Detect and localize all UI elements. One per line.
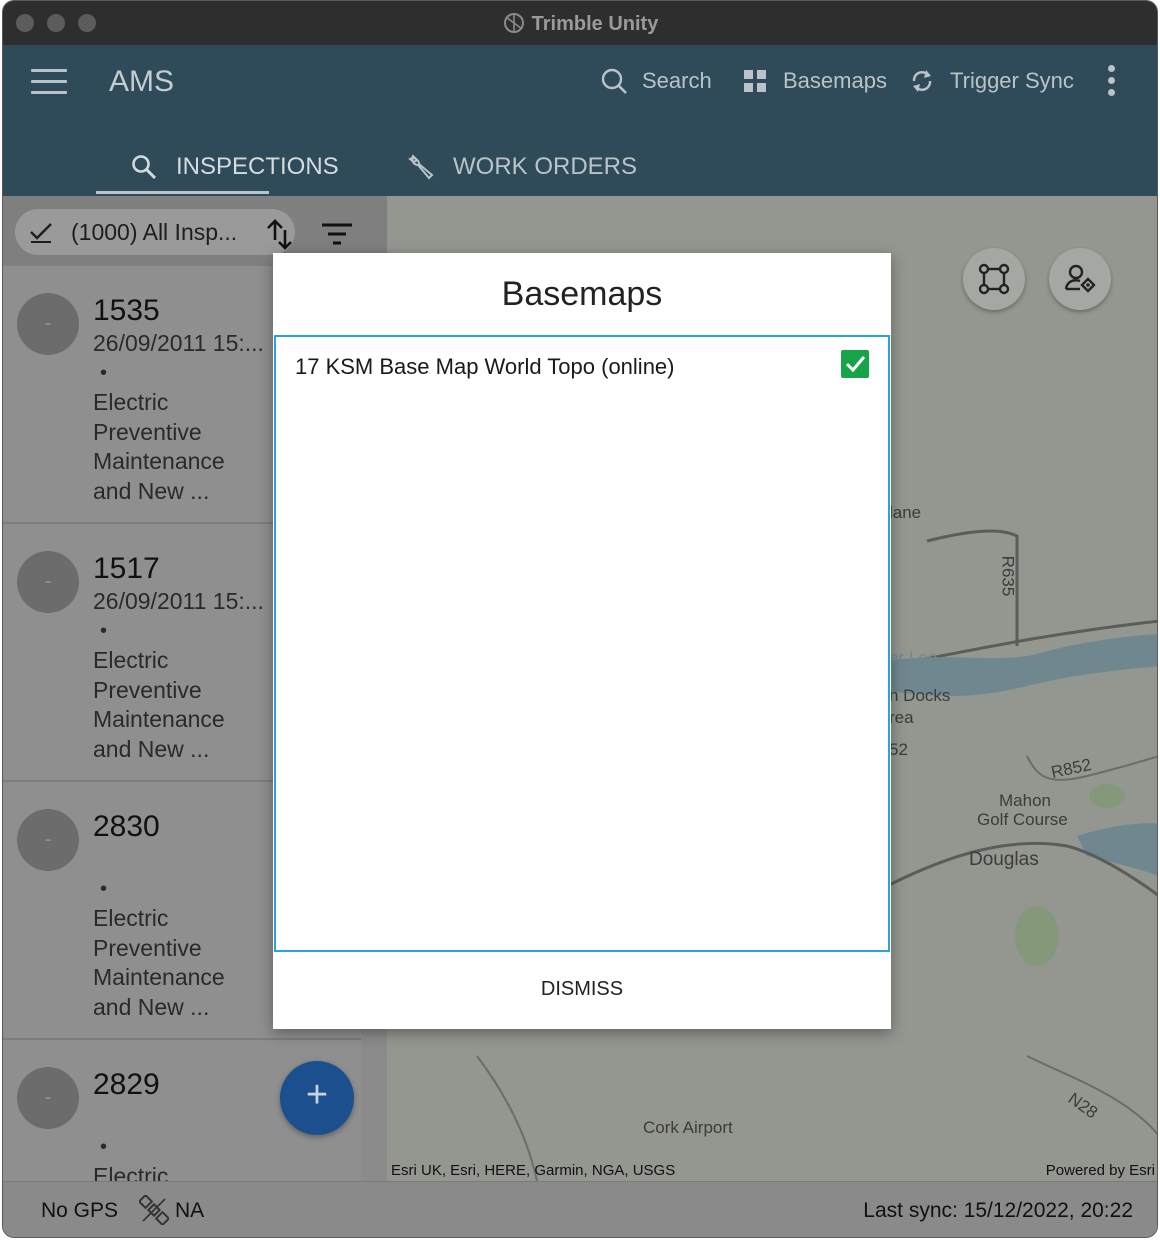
tab-work-orders-label: WORK ORDERS xyxy=(453,153,638,180)
inspection-description: Electric Preventive Maintenance and New … xyxy=(93,647,225,762)
active-tab-indicator xyxy=(96,191,269,194)
app-title: AMS xyxy=(109,65,175,98)
map-label: Cork Airport xyxy=(643,1118,733,1137)
inspection-description: Electric xyxy=(93,1163,169,1181)
filter-label: (1000) All Insp... xyxy=(71,218,238,245)
satellite-icon xyxy=(139,1195,169,1225)
basemaps-button[interactable]: Basemaps xyxy=(741,67,887,95)
inspection-id: 2830 xyxy=(93,810,160,843)
status-bar: No GPS NA Last sync: 15/12/2022, 20:22 xyxy=(3,1181,1157,1237)
tab-inspections-label: INSPECTIONS xyxy=(176,153,339,180)
search-button[interactable]: Search xyxy=(600,67,712,95)
map-label: rea xyxy=(889,708,914,727)
map-label: lane xyxy=(889,503,922,522)
basemap-item[interactable]: 17 KSM Base Map World Topo (online) xyxy=(295,351,868,383)
more-options-icon[interactable] xyxy=(1101,65,1121,99)
locate-user-button[interactable] xyxy=(1049,248,1111,310)
inspection-bullet: • xyxy=(100,620,108,642)
trigger-sync-label: Trigger Sync xyxy=(950,68,1074,93)
inspection-id: 1535 xyxy=(93,294,160,327)
inspection-id: 1517 xyxy=(93,552,160,585)
wrench-icon xyxy=(408,154,434,180)
avatar: - xyxy=(17,551,79,613)
inspection-description: Electric Preventive Maintenance and New … xyxy=(93,389,225,504)
sort-icon[interactable] xyxy=(265,218,295,250)
inspection-description: Electric Preventive Maintenance and New … xyxy=(93,905,225,1020)
map-label: Douglas xyxy=(969,849,1039,870)
window-title-text: Trimble Unity xyxy=(531,13,659,35)
filter-icon[interactable] xyxy=(321,222,353,246)
avatar: - xyxy=(17,293,79,355)
search-icon xyxy=(132,155,157,180)
basemap-checkbox[interactable] xyxy=(841,350,869,378)
window-title: Trimble Unity xyxy=(3,11,1157,36)
inspection-bullet: • xyxy=(100,878,108,900)
user-location-icon xyxy=(1064,264,1096,293)
search-icon xyxy=(601,68,627,94)
inspection-id: 2829 xyxy=(93,1068,160,1101)
attribution-text: Esri UK, Esri, HERE, Garmin, NGA, USGS xyxy=(391,1162,676,1179)
menu-icon[interactable] xyxy=(31,69,67,95)
avatar: - xyxy=(17,1067,79,1129)
basemaps-dialog: Basemaps 17 KSM Base Map World Topo (onl… xyxy=(273,253,891,1029)
last-sync-text: Last sync: 15/12/2022, 20:22 xyxy=(863,1199,1133,1222)
checkmark-icon xyxy=(845,356,866,373)
grid-icon xyxy=(744,70,766,92)
trigger-sync-button[interactable]: Trigger Sync xyxy=(908,67,1074,95)
dialog-title: Basemaps xyxy=(501,275,663,313)
map-label: Mahon xyxy=(999,791,1051,810)
avatar: - xyxy=(17,809,79,871)
app-window: Trimble Unity AMS Search Basemaps Trigge… xyxy=(2,0,1158,1238)
title-bar: Trimble Unity xyxy=(3,1,1157,45)
inspection-bullet: • xyxy=(100,362,108,384)
inspection-bullet: • xyxy=(100,1136,108,1158)
gps-status: No GPS xyxy=(41,1199,119,1222)
basemaps-label: Basemaps xyxy=(783,68,887,93)
app-header: AMS Search Basemaps Trigger Sync INSPECT… xyxy=(3,45,1157,196)
map-label: 52 xyxy=(889,740,908,759)
polygon-select-icon xyxy=(978,263,1010,295)
draw-polygon-button[interactable] xyxy=(963,248,1025,310)
plus-icon: + xyxy=(305,1074,329,1116)
satellite-status: NA xyxy=(175,1199,205,1222)
map-label: n Docks xyxy=(889,686,951,705)
tab-work-orders[interactable]: WORK ORDERS xyxy=(407,139,637,195)
add-inspection-button[interactable]: + xyxy=(280,1061,354,1135)
sync-icon xyxy=(912,70,932,92)
trimble-logo-icon xyxy=(502,11,526,35)
tab-inspections[interactable]: INSPECTIONS xyxy=(130,139,339,195)
search-label: Search xyxy=(642,68,712,93)
inspection-date: 26/09/2011 15:... xyxy=(93,330,264,356)
inspection-date: 26/09/2011 15:... xyxy=(93,588,264,614)
checkmark-icon xyxy=(30,223,52,243)
map-label: er Lee xyxy=(889,648,938,667)
dialog-footer: DISMISS xyxy=(273,952,891,1029)
dismiss-button[interactable]: DISMISS xyxy=(273,978,891,1001)
map-attribution: Esri UK, Esri, HERE, Garmin, NGA, USGS P… xyxy=(387,1160,1157,1181)
basemap-label: 17 KSM Base Map World Topo (online) xyxy=(295,354,675,379)
powered-by-text: Powered by Esri xyxy=(1045,1162,1155,1179)
basemap-list: 17 KSM Base Map World Topo (online) xyxy=(274,335,890,952)
map-label: Golf Course xyxy=(977,810,1068,829)
map-label: R635 xyxy=(998,555,1018,597)
inspection-filter-chip[interactable]: (1000) All Insp... xyxy=(15,209,295,255)
